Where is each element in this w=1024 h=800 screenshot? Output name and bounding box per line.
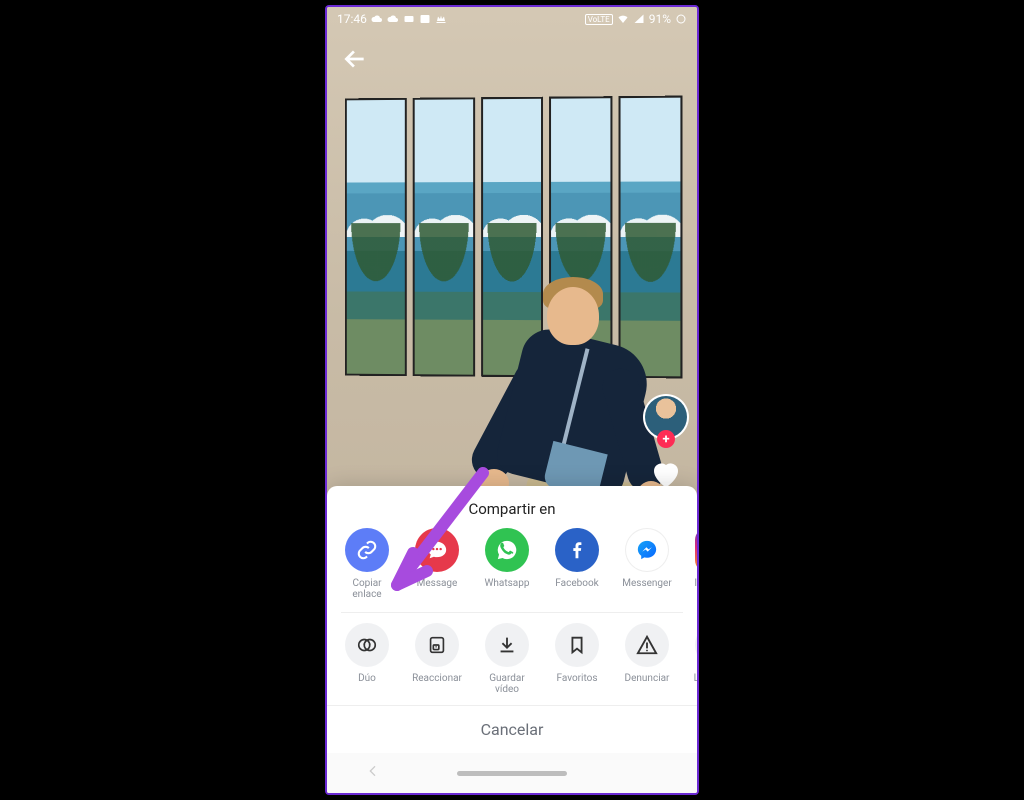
cloud-icon <box>387 13 399 25</box>
camera-icon <box>403 13 415 25</box>
battery-icon <box>675 13 687 25</box>
share-label: Facebook <box>555 578 598 589</box>
action-label: Guardar vídeo <box>477 673 537 695</box>
share-whatsapp[interactable]: Whatsapp <box>477 528 537 600</box>
phone-frame: 17:46 VoLTE 91% <box>325 5 699 795</box>
cancel-button[interactable]: Cancelar <box>327 705 697 753</box>
signal-icon <box>633 13 645 25</box>
battery-text: 91% <box>649 12 671 26</box>
nav-home-pill[interactable] <box>457 771 567 776</box>
share-sheet-title: Compartir en <box>327 496 697 528</box>
action-label: Live Photo <box>694 673 697 684</box>
share-label: Copiar enlace <box>337 578 397 600</box>
action-live-photo[interactable]: Live Photo <box>687 623 697 695</box>
messenger-icon <box>625 528 669 572</box>
share-label: Whatsapp <box>485 578 530 589</box>
share-sheet: Compartir en Copiar enlace Message Whats… <box>327 486 697 753</box>
duo-icon <box>345 623 389 667</box>
status-bar: 17:46 VoLTE 91% <box>327 7 697 31</box>
instagram-icon <box>695 528 697 572</box>
back-button[interactable] <box>337 41 373 77</box>
share-facebook[interactable]: Facebook <box>547 528 607 600</box>
chevron-left-icon <box>365 763 381 779</box>
action-duo[interactable]: Dúo <box>337 623 397 695</box>
action-report[interactable]: Denunciar <box>617 623 677 695</box>
live-photo-icon <box>695 623 697 667</box>
whatsapp-icon <box>485 528 529 572</box>
share-actions-row: Dúo Reaccionar Guardar vídeo Favoritos <box>327 623 697 705</box>
share-instagram[interactable]: Instagram <box>687 528 697 600</box>
share-label: Message <box>417 578 458 589</box>
bookmark-icon <box>555 623 599 667</box>
share-label: Messenger <box>622 578 672 589</box>
wifi-icon <box>617 13 629 25</box>
action-label: Denunciar <box>625 673 670 684</box>
share-targets-row: Copiar enlace Message Whatsapp Facebook <box>327 528 697 610</box>
action-save-video[interactable]: Guardar vídeo <box>477 623 537 695</box>
share-copy-link[interactable]: Copiar enlace <box>337 528 397 600</box>
action-react[interactable]: Reaccionar <box>407 623 467 695</box>
action-favorites[interactable]: Favoritos <box>547 623 607 695</box>
nav-back-button[interactable] <box>365 763 381 783</box>
download-icon <box>485 623 529 667</box>
crown-icon <box>435 13 447 25</box>
divider <box>341 612 683 613</box>
message-icon <box>415 528 459 572</box>
share-message[interactable]: Message <box>407 528 467 600</box>
arrow-left-icon <box>342 46 368 72</box>
creator-avatar[interactable]: + <box>643 394 689 440</box>
share-messenger[interactable]: Messenger <box>617 528 677 600</box>
action-label: Dúo <box>358 673 376 684</box>
action-label: Reaccionar <box>412 673 462 684</box>
action-label: Favoritos <box>556 673 597 684</box>
image-icon <box>419 13 431 25</box>
warning-icon <box>625 623 669 667</box>
link-icon <box>345 528 389 572</box>
share-label: Instagram <box>694 578 697 589</box>
cloud-icon <box>371 13 383 25</box>
android-nav-bar <box>327 753 697 793</box>
react-icon <box>415 623 459 667</box>
volte-badge: VoLTE <box>585 14 613 25</box>
follow-button[interactable]: + <box>657 430 675 448</box>
facebook-icon <box>555 528 599 572</box>
status-time: 17:46 <box>337 12 367 26</box>
